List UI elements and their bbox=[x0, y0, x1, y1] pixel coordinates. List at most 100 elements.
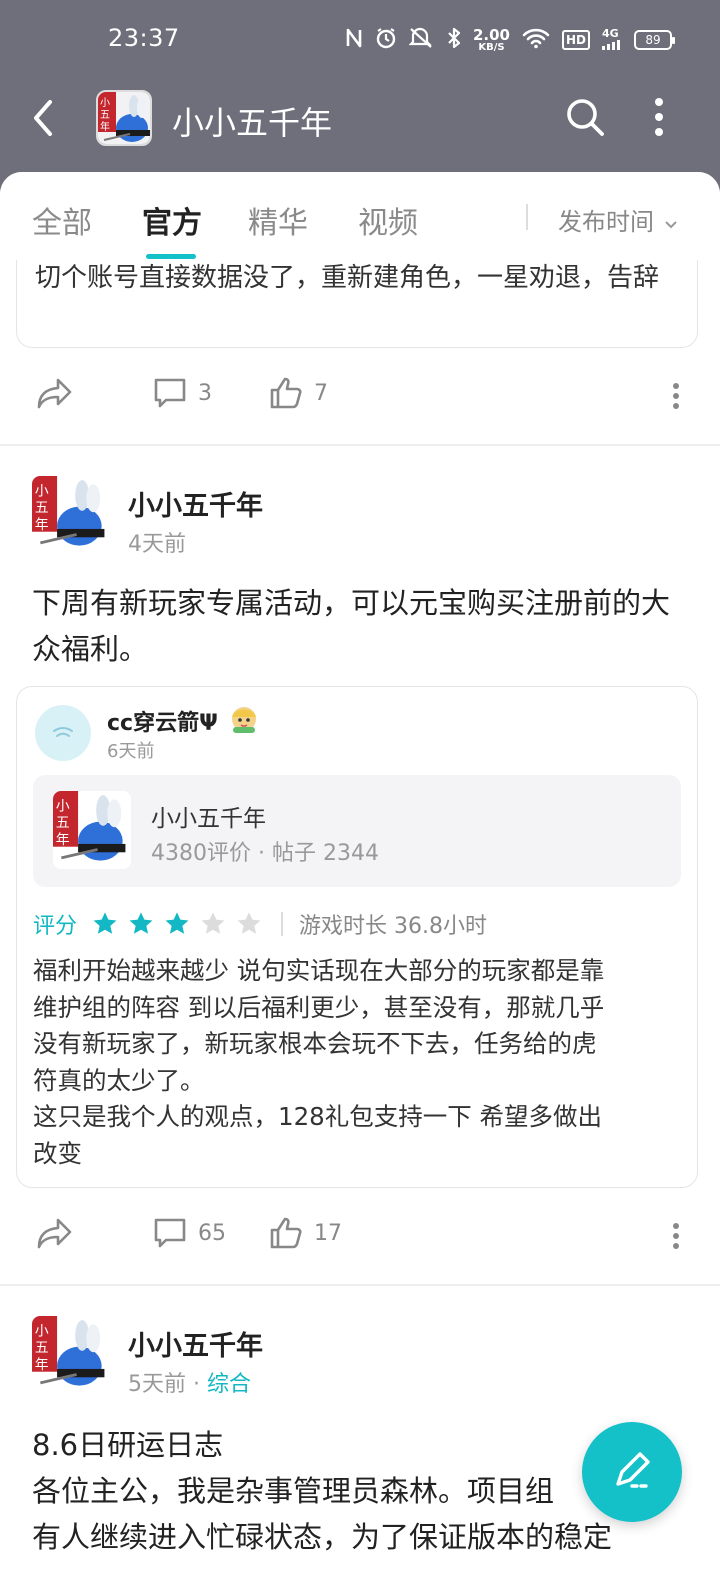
chevron-down-icon bbox=[660, 218, 678, 234]
svg-text:五: 五 bbox=[35, 1340, 49, 1356]
post-author[interactable]: 小小五千年 bbox=[128, 484, 263, 523]
tab-active-indicator bbox=[146, 254, 196, 259]
net-speed-unit: KB/S bbox=[478, 41, 505, 53]
svg-text:年: 年 bbox=[56, 832, 70, 848]
status-icons: 2.00 KB/S HD 4G 89 bbox=[345, 24, 675, 56]
app-header: 小 五 年 小小五千年 bbox=[0, 80, 720, 172]
tab-all[interactable]: 全部 bbox=[32, 198, 92, 242]
game-logo-icon: 小 五 年 bbox=[32, 1316, 110, 1394]
svg-text:小: 小 bbox=[35, 1324, 49, 1340]
divider bbox=[0, 1284, 720, 1286]
share-icon bbox=[37, 1218, 72, 1249]
user-avatar-icon bbox=[53, 727, 73, 737]
page-title: 小小五千年 bbox=[172, 104, 333, 142]
svg-text:小: 小 bbox=[56, 799, 70, 815]
signal-bars-icon bbox=[602, 39, 620, 50]
tab-separator bbox=[526, 204, 528, 230]
alarm-icon bbox=[375, 27, 397, 54]
post-text-line: 有人继续进入忙碌状态，为了保证版本的稳定 bbox=[32, 1520, 613, 1554]
review-text-line: 符真的太少了。 bbox=[33, 1065, 205, 1095]
svg-text:年: 年 bbox=[35, 517, 49, 533]
more-button[interactable] bbox=[648, 94, 670, 140]
post-author[interactable]: 小小五千年 bbox=[128, 1324, 263, 1363]
meta-dot: · bbox=[193, 1372, 207, 1397]
thumbs-up-icon bbox=[270, 377, 302, 409]
comment-icon bbox=[154, 378, 186, 408]
share-button[interactable] bbox=[36, 1216, 74, 1252]
more-vertical-icon bbox=[655, 98, 663, 136]
post-time: 4天前 bbox=[128, 532, 186, 557]
signal-4g: 4G bbox=[602, 26, 622, 53]
post-more-button[interactable] bbox=[672, 382, 680, 410]
nfc-icon bbox=[345, 27, 363, 54]
comment-button[interactable]: 65 bbox=[152, 1216, 226, 1250]
svg-text:五: 五 bbox=[56, 815, 70, 831]
comment-count: 3 bbox=[198, 380, 212, 406]
svg-text:小: 小 bbox=[100, 97, 110, 109]
star-empty-icon bbox=[237, 912, 261, 934]
compose-button[interactable] bbox=[582, 1422, 682, 1522]
svg-text:五: 五 bbox=[35, 500, 49, 516]
review-time: 6天前 bbox=[107, 741, 155, 762]
share-button[interactable] bbox=[36, 376, 74, 412]
tab-bar: 全部 官方 精华 视频 发布时间 bbox=[0, 172, 720, 260]
tab-video[interactable]: 视频 bbox=[358, 198, 418, 242]
tab-featured[interactable]: 精华 bbox=[248, 198, 308, 242]
game-post-count: 帖子 2344 bbox=[272, 841, 379, 866]
post-category-tag[interactable]: 综合 bbox=[207, 1372, 251, 1397]
like-button[interactable]: 7 bbox=[268, 376, 328, 410]
status-time: 23:37 bbox=[108, 24, 180, 52]
review-text-line: 改变 bbox=[33, 1138, 82, 1168]
more-vertical-icon bbox=[673, 383, 679, 409]
network-type: 4G bbox=[602, 26, 619, 40]
divider bbox=[0, 444, 720, 446]
review-text: 福利开始越来越少 说句实话现在大部分的玩家都是靠 维护组的阵容 到以后福利更少，… bbox=[33, 953, 685, 1172]
like-count: 17 bbox=[314, 1220, 342, 1246]
like-count: 7 bbox=[314, 380, 328, 406]
game-card[interactable]: 小 五 年 小小五千年 4380评价 · 帖子 2344 bbox=[33, 775, 681, 887]
bluetooth-icon bbox=[447, 27, 461, 54]
status-bar: 23:37 2.00 KB/S HD 4G 89 bbox=[0, 0, 720, 80]
app-logo: 小 五 年 bbox=[96, 90, 152, 146]
mute-icon bbox=[408, 27, 435, 54]
back-button[interactable] bbox=[28, 98, 60, 138]
star-filled-icon bbox=[165, 912, 189, 934]
search-icon bbox=[567, 99, 604, 136]
post-time: 5天前 bbox=[128, 1372, 186, 1397]
game-review-count: 4380评价 bbox=[151, 841, 251, 866]
review-text-line: 没有新玩家了，新玩家根本会玩不下去，任务给的虎 bbox=[33, 1029, 597, 1058]
search-button[interactable] bbox=[564, 96, 606, 138]
svg-text:年: 年 bbox=[100, 120, 110, 133]
avatar[interactable]: 小 五 年 bbox=[32, 476, 110, 554]
review-text-line: 维护组的阵容 到以后福利更少，甚至没有，那就几乎 bbox=[33, 992, 605, 1022]
net-speed-value: 2.00 bbox=[472, 25, 510, 44]
rating-label: 评分 bbox=[33, 914, 78, 939]
more-vertical-icon bbox=[673, 1223, 679, 1249]
avatar[interactable]: 小 五 年 bbox=[32, 1316, 110, 1394]
like-button[interactable]: 17 bbox=[268, 1216, 342, 1250]
sort-label: 发布时间 bbox=[558, 208, 654, 236]
playtime: 游戏时长 36.8小时 bbox=[299, 914, 487, 939]
review-text-line: 这只是我个人的观点，128礼包支持一下 希望多做出 bbox=[33, 1102, 603, 1131]
user-badge-icon bbox=[227, 701, 261, 735]
review-text: 切个账号直接数据没了，重新建角色，一星劝退，告辞 bbox=[35, 263, 660, 293]
comment-icon bbox=[154, 1218, 186, 1248]
star-filled-icon bbox=[129, 912, 153, 934]
rating-row: 评分 游戏时长 36.8小时 bbox=[33, 907, 487, 941]
post-actions: 3 7 bbox=[0, 366, 720, 426]
game-logo-icon: 小 五 年 bbox=[32, 476, 110, 554]
star-rating bbox=[91, 910, 263, 938]
content-sheet: 切个账号直接数据没了，重新建角色，一星劝退，告辞 全部 官方 精华 视频 发布时… bbox=[0, 172, 720, 1584]
review-user[interactable]: cc穿云箭Ψ bbox=[107, 705, 218, 737]
post-body[interactable]: 下周有新玩家专属活动，可以元宝购买注册前的大众福利。 bbox=[32, 580, 692, 672]
game-logo-icon: 小 五 年 bbox=[53, 791, 131, 869]
sort-dropdown[interactable]: 发布时间 bbox=[558, 202, 678, 237]
post-more-button[interactable] bbox=[672, 1222, 680, 1250]
review-text-line: 福利开始越来越少 说句实话现在大部分的玩家都是靠 bbox=[33, 956, 605, 985]
game-name: 小小五千年 bbox=[151, 806, 266, 832]
avatar[interactable] bbox=[35, 705, 91, 761]
svg-text:五: 五 bbox=[100, 110, 110, 121]
comment-button[interactable]: 3 bbox=[152, 376, 212, 410]
quoted-review-card[interactable]: cc穿云箭Ψ 6天前 小 五 年 小小五千年 4380评价 · 帖子 2344 … bbox=[16, 686, 698, 1188]
tab-official[interactable]: 官方 bbox=[142, 198, 202, 242]
